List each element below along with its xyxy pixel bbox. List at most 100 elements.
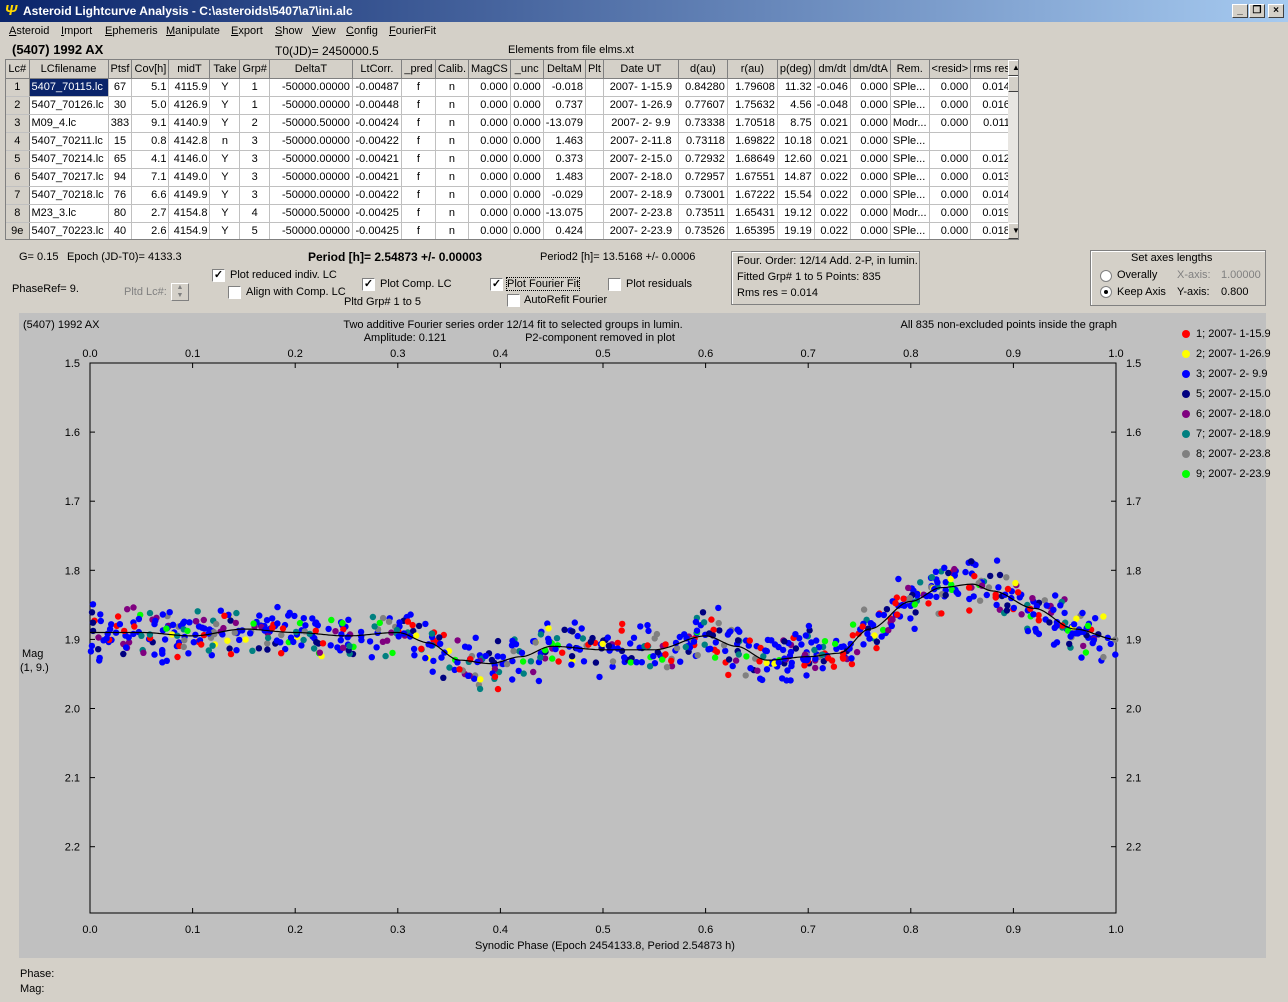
- column-header[interactable]: Ptsf: [108, 60, 133, 79]
- table-row[interactable]: 5 5407_70214.lc 65 4.1 4146.0 Y 3 -50000.00000-…: [6, 150, 1013, 169]
- pltd-lc-spinner[interactable]: ▲ ▼: [171, 283, 189, 301]
- table-cell[interactable]: f: [401, 186, 436, 205]
- table-cell[interactable]: [585, 132, 604, 151]
- table-cell[interactable]: 0.84280: [678, 78, 728, 97]
- column-header[interactable]: Calib.: [435, 60, 470, 79]
- table-cell[interactable]: 3: [239, 186, 270, 205]
- table-cell[interactable]: 0.000: [468, 186, 511, 205]
- table-cell[interactable]: 0.000: [850, 96, 891, 115]
- table-cell[interactable]: 0.000: [850, 222, 891, 239]
- table-cell[interactable]: 4.56: [777, 96, 815, 115]
- table-row[interactable]: 9e 5407_70223.lc 40 2.6 4154.9 Y 5 -50000.00000…: [6, 222, 1013, 239]
- column-header[interactable]: Date UT: [603, 60, 679, 79]
- table-cell[interactable]: 1.67222: [727, 186, 778, 205]
- table-cell[interactable]: 0.022: [814, 222, 851, 239]
- table-cell[interactable]: [929, 132, 972, 151]
- lightcurve-table[interactable]: Lc# LCfilename Ptsf Cov[h] midT Take Grp# Delta…: [5, 59, 1019, 240]
- table-cell[interactable]: 0.737: [543, 96, 587, 115]
- table-cell[interactable]: 0.73526: [678, 222, 728, 239]
- table-cell[interactable]: 11.32: [777, 78, 815, 97]
- minimize-button[interactable]: _: [1232, 4, 1248, 18]
- table-cell[interactable]: 0.000: [468, 132, 511, 151]
- table-cell[interactable]: n: [435, 204, 470, 223]
- menu-show[interactable]: Show: [275, 25, 303, 37]
- scroll-thumb[interactable]: [1008, 76, 1018, 92]
- menu-view[interactable]: View: [312, 25, 336, 37]
- table-cell[interactable]: 0.000: [850, 132, 891, 151]
- table-cell[interactable]: n: [435, 168, 470, 187]
- table-cell[interactable]: f: [401, 114, 436, 133]
- table-cell[interactable]: SPle...: [890, 186, 930, 205]
- column-header[interactable]: r(au): [727, 60, 778, 79]
- menu-ephemeris[interactable]: Ephemeris: [105, 25, 158, 37]
- table-cell[interactable]: M23_3.lc: [29, 204, 109, 223]
- table-cell[interactable]: 2.7: [131, 204, 170, 223]
- table-cell[interactable]: 0.000: [510, 186, 544, 205]
- table-cell[interactable]: -0.048: [814, 96, 851, 115]
- table-cell[interactable]: n: [209, 132, 241, 151]
- table-cell[interactable]: Modr...: [890, 114, 930, 133]
- table-cell[interactable]: SPle...: [890, 132, 930, 151]
- table-cell[interactable]: SPle...: [890, 168, 930, 187]
- table-cell[interactable]: 1.70518: [727, 114, 778, 133]
- column-header[interactable]: Lc#: [6, 60, 30, 79]
- table-cell[interactable]: [585, 186, 604, 205]
- table-cell[interactable]: 0.000: [850, 114, 891, 133]
- table-cell[interactable]: -50000.00000: [269, 150, 353, 169]
- table-cell[interactable]: 383: [108, 114, 133, 133]
- table-cell[interactable]: n: [435, 96, 470, 115]
- table-cell[interactable]: [585, 168, 604, 187]
- table-cell[interactable]: 0.018: [970, 222, 1013, 239]
- table-cell[interactable]: -0.00425: [352, 204, 402, 223]
- table-cell[interactable]: 5.1: [131, 78, 170, 97]
- menu-export[interactable]: Export: [231, 25, 263, 37]
- table-cell[interactable]: 0.000: [510, 114, 544, 133]
- table-scrollbar[interactable]: ▲ ▼: [1008, 60, 1018, 239]
- yaxis-value[interactable]: 0.800: [1221, 286, 1249, 298]
- table-cell[interactable]: 0.000: [510, 204, 544, 223]
- table-cell[interactable]: 0.000: [929, 168, 972, 187]
- column-header[interactable]: DeltaM: [543, 60, 587, 79]
- table-cell[interactable]: -50000.00000: [269, 168, 353, 187]
- row-header[interactable]: 1: [6, 78, 30, 97]
- table-cell[interactable]: 5: [239, 222, 270, 239]
- column-header[interactable]: p(deg): [777, 60, 815, 79]
- table-row[interactable]: 6 5407_70217.lc 94 7.1 4149.0 Y 3 -50000.00000-…: [6, 168, 1013, 187]
- table-row[interactable]: 2 5407_70126.lc 30 5.0 4126.9 Y 1 -50000.00000-…: [6, 96, 1013, 115]
- column-header[interactable]: Rem.: [890, 60, 930, 79]
- table-cell[interactable]: f: [401, 78, 436, 97]
- table-cell[interactable]: SPle...: [890, 78, 930, 97]
- table-cell[interactable]: 1.483: [543, 168, 587, 187]
- table-cell[interactable]: 0.77607: [678, 96, 728, 115]
- table-cell[interactable]: f: [401, 204, 436, 223]
- table-cell[interactable]: [585, 96, 604, 115]
- table-cell[interactable]: 2007- 2-23.8: [603, 204, 679, 223]
- table-cell[interactable]: 4154.8: [168, 204, 211, 223]
- table-cell[interactable]: 0.000: [510, 150, 544, 169]
- close-button[interactable]: ×: [1268, 4, 1284, 18]
- table-cell[interactable]: 0.013: [970, 168, 1013, 187]
- xaxis-value[interactable]: 1.00000: [1221, 269, 1261, 281]
- table-cell[interactable]: f: [401, 150, 436, 169]
- table-cell[interactable]: -13.075: [543, 204, 587, 223]
- column-header[interactable]: d(au): [678, 60, 728, 79]
- table-cell[interactable]: -50000.00000: [269, 78, 353, 97]
- table-cell[interactable]: SPle...: [890, 96, 930, 115]
- table-cell[interactable]: -0.046: [814, 78, 851, 97]
- plot-residuals-checkbox[interactable]: [608, 278, 621, 291]
- table-cell[interactable]: 2007- 1-26.9: [603, 96, 679, 115]
- table-cell[interactable]: 0.73338: [678, 114, 728, 133]
- table-cell[interactable]: 5407_70223.lc: [29, 222, 109, 239]
- table-cell[interactable]: 0.000: [929, 96, 972, 115]
- table-cell[interactable]: 0.000: [468, 96, 511, 115]
- column-header[interactable]: dm/dt: [814, 60, 851, 79]
- table-cell[interactable]: -50000.50000: [269, 114, 353, 133]
- table-cell[interactable]: 0.73118: [678, 132, 728, 151]
- table-cell[interactable]: 1.79608: [727, 78, 778, 97]
- table-cell[interactable]: 0.000: [929, 222, 972, 239]
- table-cell[interactable]: 5407_70126.lc: [29, 96, 109, 115]
- table-cell[interactable]: -0.00487: [352, 78, 402, 97]
- table-cell[interactable]: -0.00448: [352, 96, 402, 115]
- table-cell[interactable]: -0.00421: [352, 150, 402, 169]
- table-cell[interactable]: 15: [108, 132, 133, 151]
